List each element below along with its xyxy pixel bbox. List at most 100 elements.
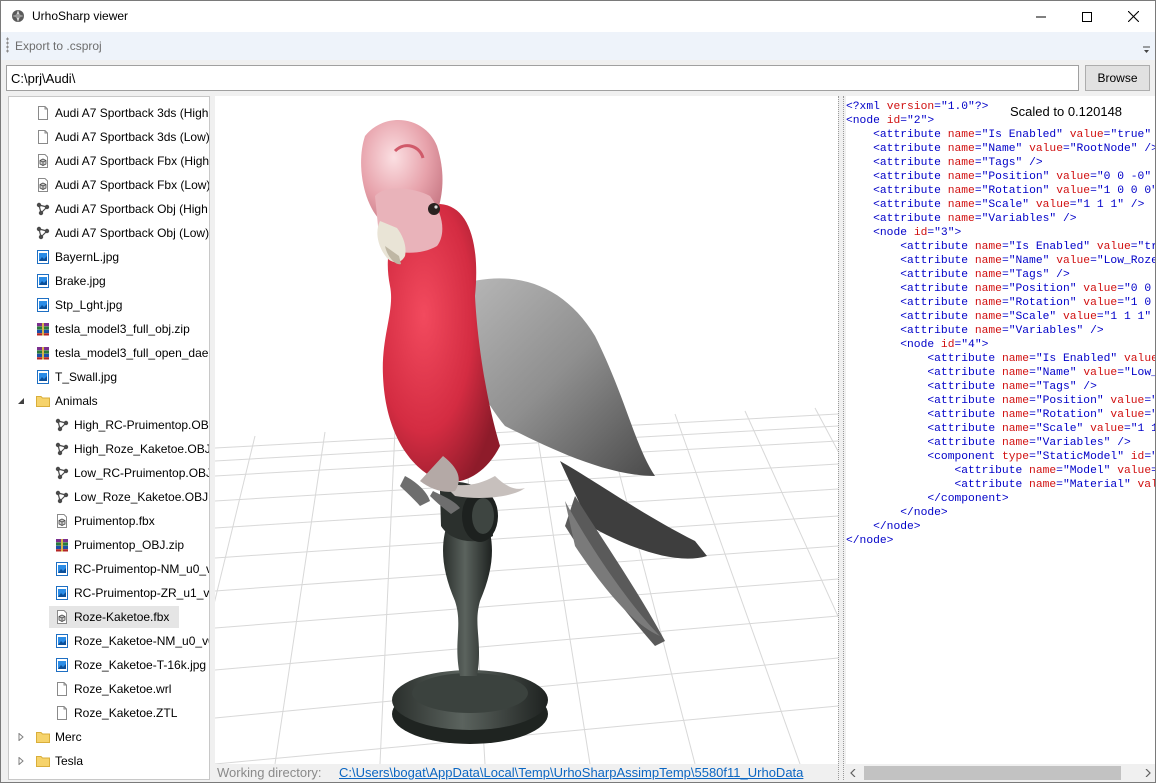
xml-horizontal-scrollbar[interactable]	[846, 764, 1155, 782]
minimize-button[interactable]	[1018, 1, 1064, 32]
scroll-left-icon[interactable]	[850, 769, 856, 777]
tree-item[interactable]: Roze_Kaketoe-T-16k.jpg	[9, 653, 209, 677]
tree-item[interactable]: High_RC-Pruimentop.OBJ	[9, 413, 209, 437]
file-tree[interactable]: Audi A7 Sportback 3ds (High Audi A7 Sport…	[8, 96, 210, 780]
tree-item[interactable]: RC-Pruimentop-NM_u0_v	[9, 557, 209, 581]
expanded-arrow-icon[interactable]	[17, 397, 25, 405]
xml-token: name	[1001, 409, 1030, 421]
export-csproj-button[interactable]: Export to .csproj	[15, 39, 102, 53]
xml-token: name	[947, 185, 975, 197]
tree-item[interactable]: tesla_model3_full_open_dae.z	[9, 341, 209, 365]
xml-token: "0 0 -0"	[1096, 171, 1152, 183]
scroll-right-icon[interactable]	[1145, 769, 1151, 777]
xml-token: =	[1117, 367, 1124, 379]
tree-item[interactable]: Brake.jpg	[9, 269, 209, 293]
fbx-file-icon	[35, 153, 51, 169]
tree-item-label: Merc	[55, 730, 82, 744]
xml-indent	[846, 353, 927, 365]
tree-item[interactable]: Audi A7 Sportback 3ds (Low)	[9, 125, 209, 149]
toolbar-overflow-icon[interactable]	[1142, 46, 1151, 55]
collapsed-arrow-icon[interactable]	[17, 733, 25, 741]
close-button[interactable]	[1110, 1, 1155, 32]
xml-token: name	[974, 269, 1002, 281]
image-file-icon	[54, 585, 70, 601]
xml-token: />	[1151, 171, 1155, 183]
tree-item[interactable]: BayernL.jpg	[9, 245, 209, 269]
xml-indent	[846, 423, 927, 435]
xml-token: value	[1090, 423, 1124, 435]
toolbar-grip-icon[interactable]	[6, 37, 9, 53]
scrollbar-thumb[interactable]	[864, 766, 1121, 780]
xml-token: name	[974, 255, 1002, 267]
scene-render	[215, 119, 838, 764]
xml-indent	[846, 255, 900, 267]
tree-item[interactable]: Audi A7 Sportback Obj (High	[9, 197, 209, 221]
tree-item[interactable]: Roze-Kaketoe.fbx	[9, 605, 209, 629]
xml-token: =	[1029, 381, 1036, 393]
xml-token: "true"	[1110, 129, 1152, 141]
xml-token: "Tags"	[981, 157, 1023, 169]
xml-token: id	[1130, 451, 1145, 463]
xml-token: value	[1069, 129, 1104, 141]
xml-token: <attribute	[873, 199, 948, 211]
xml-line: <attribute name="Scale" value="1 1 1" />	[846, 198, 1155, 212]
tree-item[interactable]: Low_Roze_Kaketoe.OBJ	[9, 485, 209, 509]
tree-item[interactable]: Pruimentop.fbx	[9, 509, 209, 533]
tree-folder[interactable]: Tesla	[9, 749, 209, 773]
image-file-icon	[54, 633, 70, 649]
collapsed-arrow-icon[interactable]	[17, 757, 25, 765]
xml-token: name	[974, 325, 1002, 337]
browse-button[interactable]: Browse	[1085, 65, 1150, 91]
tree-item[interactable]: Roze_Kaketoe.ZTL	[9, 701, 209, 725]
working-directory-link[interactable]: C:\Users\bogat\AppData\Local\Temp\UrhoSh…	[339, 765, 803, 780]
xml-token: "Tags"	[1035, 381, 1077, 393]
tree-item[interactable]: Pruimentop_OBJ.zip	[9, 533, 209, 557]
folder-path-input[interactable]	[6, 65, 1079, 91]
xml-token: <attribute	[927, 409, 1002, 421]
3d-viewport[interactable]	[215, 96, 838, 764]
image-file-icon	[35, 369, 51, 385]
app-window: UrhoSharp viewer Export to .csproj Brows…	[0, 0, 1156, 783]
tree-item[interactable]: Roze_Kaketoe-NM_u0_v0	[9, 629, 209, 653]
tree-item[interactable]: High_Roze_Kaketoe.OBJ	[9, 437, 209, 461]
xml-token: "Scale"	[1008, 311, 1057, 323]
obj-file-icon	[54, 441, 70, 457]
tree-item[interactable]: Audi A7 Sportback 3ds (High	[9, 101, 209, 125]
xml-line: <node id="3">	[846, 226, 1155, 240]
xml-token: <attribute	[900, 241, 975, 253]
tree-item-label: Low_Roze_Kaketoe.OBJ	[74, 490, 209, 504]
xml-line: <attribute name="Name" value="Low_Roze_K…	[846, 366, 1155, 380]
tree-item[interactable]: Audi A7 Sportback Fbx (High	[9, 149, 209, 173]
xml-token: <attribute	[927, 437, 1002, 449]
xml-indent	[846, 311, 900, 323]
xml-token: =	[1029, 437, 1036, 449]
xml-indent	[846, 451, 927, 463]
xml-indent	[846, 269, 900, 281]
panel-splitter[interactable]	[838, 96, 844, 780]
tree-item[interactable]: Audi A7 Sportback Fbx (Low)	[9, 173, 209, 197]
tree-item[interactable]: Audi A7 Sportback Obj (Low)	[9, 221, 209, 245]
xml-token: <attribute	[873, 185, 948, 197]
minimize-icon	[1036, 16, 1046, 17]
xml-token: "1 0 0 0"	[1096, 185, 1155, 197]
xml-token: <attribute	[900, 255, 975, 267]
xml-line: <attribute name="Tags" />	[846, 156, 1155, 170]
tree-item[interactable]: RC-Pruimentop-ZR_u1_v1	[9, 581, 209, 605]
tree-folder[interactable]: Merc	[9, 725, 209, 749]
tree-item[interactable]: T_Swall.jpg	[9, 365, 209, 389]
xml-token: name	[974, 241, 1002, 253]
maximize-button[interactable]	[1064, 1, 1110, 32]
perch-stand	[392, 481, 548, 744]
tree-item[interactable]: Roze_Kaketoe.wrl	[9, 677, 209, 701]
tree-folder[interactable]: Animals	[9, 389, 209, 413]
xml-token: />	[1124, 199, 1145, 211]
tree-item[interactable]: tesla_model3_full_obj.zip	[9, 317, 209, 341]
xml-scene-view[interactable]: <?xml version="1.0"?> <node id="2"> <attr…	[846, 96, 1155, 764]
title-bar[interactable]: UrhoSharp viewer	[1, 1, 1155, 32]
xml-token: </node>	[900, 507, 948, 519]
tree-item[interactable]: Stp_Lght.jpg	[9, 293, 209, 317]
xml-token: =	[1001, 269, 1009, 281]
tree-item[interactable]: Low_RC-Pruimentop.OBJ	[9, 461, 209, 485]
xml-token: "Is Enabled"	[981, 129, 1063, 141]
xml-token: id	[886, 115, 901, 127]
